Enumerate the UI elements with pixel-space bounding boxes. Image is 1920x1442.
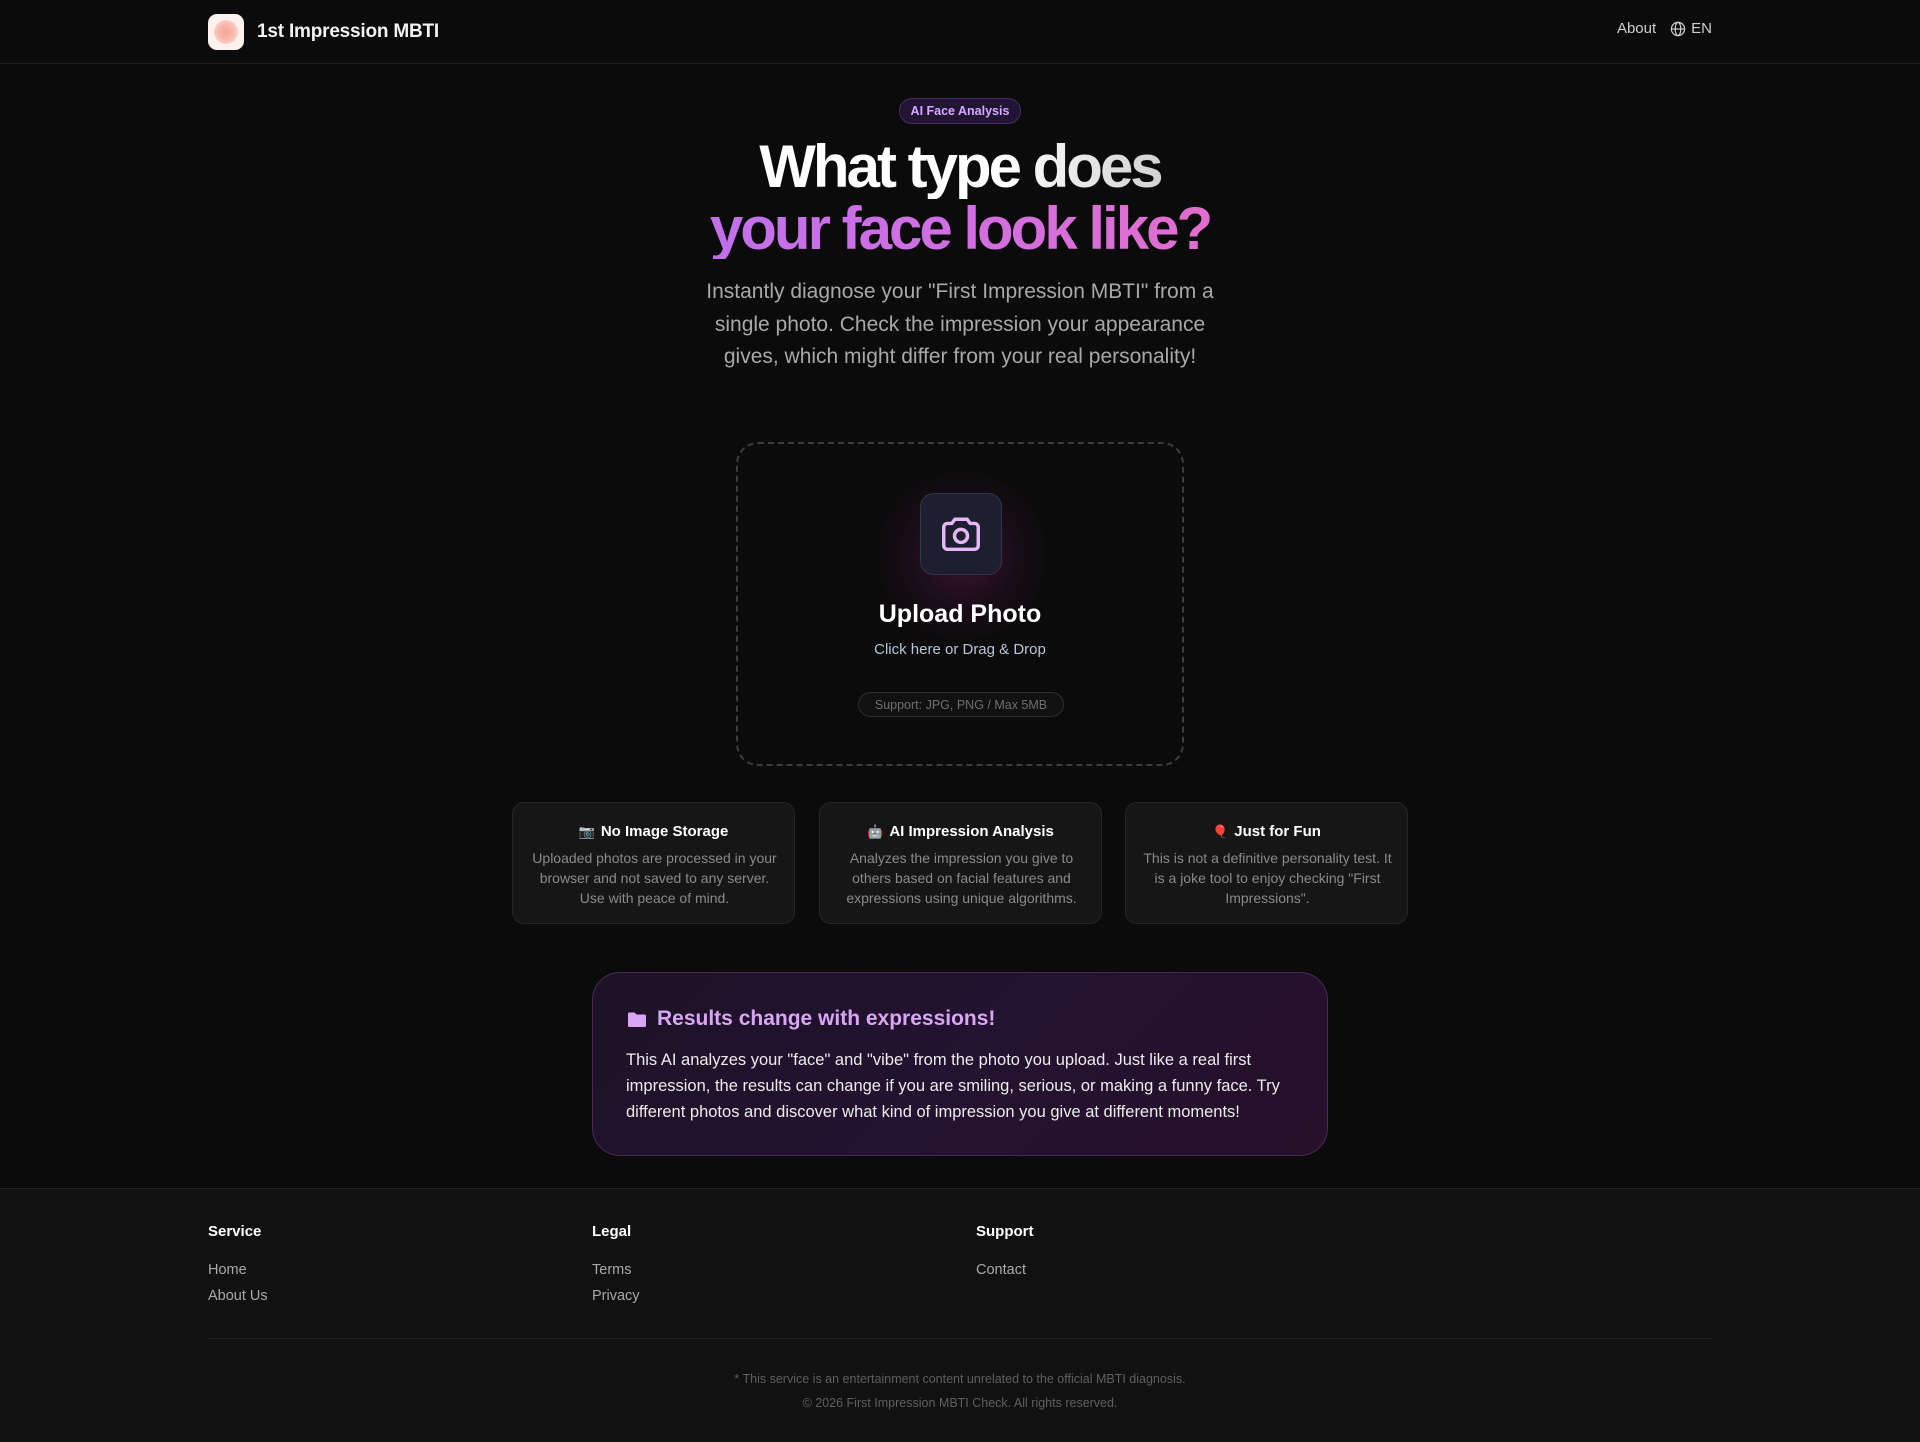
footer-link-privacy[interactable]: Privacy xyxy=(592,1288,640,1304)
feature-title: Just for Fun xyxy=(1234,823,1321,840)
logo-icon xyxy=(208,14,244,50)
upload-subtitle: Click here or Drag & Drop xyxy=(874,641,1046,658)
camera-icon xyxy=(920,493,1002,575)
site-header: 1st Impression MBTI About EN xyxy=(0,0,1920,64)
footer-link-about-us[interactable]: About Us xyxy=(208,1288,268,1304)
brand-name: 1st Impression MBTI xyxy=(257,21,440,42)
brand-home-link[interactable]: 1st Impression MBTI xyxy=(208,14,439,50)
feature-body: This is not a definitive personality tes… xyxy=(1143,850,1392,906)
footer-heading: Legal xyxy=(592,1223,632,1240)
footer-link-home[interactable]: Home xyxy=(208,1262,268,1278)
headline-line-2: your face look like? xyxy=(560,199,1360,259)
footer-legal-column: Legal Terms Privacy xyxy=(592,1223,640,1314)
site-footer: Service Home About Us Legal Terms Privac… xyxy=(0,1188,1920,1442)
feature-title: No Image Storage xyxy=(600,823,729,840)
hero-description: Instantly diagnose your "First Impressio… xyxy=(706,280,1214,368)
ai-analysis-badge: AI Face Analysis xyxy=(899,98,1021,124)
footer-heading: Support xyxy=(976,1223,1034,1240)
info-body: This AI analyzes your "face" and "vibe" … xyxy=(626,1051,1280,1121)
feature-card-storage: 📷 No Image Storage Uploaded photos are p… xyxy=(512,802,795,924)
footer-link-terms[interactable]: Terms xyxy=(592,1262,640,1278)
footer-heading: Service xyxy=(208,1223,262,1240)
photo-upload-dropzone[interactable]: Upload Photo Click here or Drag & Drop S… xyxy=(736,442,1184,766)
upload-support-info: Support: JPG, PNG / Max 5MB xyxy=(858,692,1064,717)
nav-about-link[interactable]: About xyxy=(1617,20,1656,37)
page-title: What type does your face look like? xyxy=(560,135,1360,259)
headline-line-1: What type does xyxy=(560,135,1360,199)
feature-title: AI Impression Analysis xyxy=(889,823,1054,840)
feature-body: Analyzes the impression you give to othe… xyxy=(846,850,1077,906)
balloon-emoji-icon: 🎈 xyxy=(1212,823,1229,839)
header-nav: About EN xyxy=(1617,20,1712,37)
footer-support-column: Support Contact xyxy=(976,1223,1034,1288)
robot-emoji-icon: 🤖 xyxy=(867,823,884,839)
footer-service-column: Service Home About Us xyxy=(208,1223,268,1314)
camera-emoji-icon: 📷 xyxy=(578,823,595,839)
info-title: Results change with expressions! xyxy=(657,1007,996,1030)
footer-link-contact[interactable]: Contact xyxy=(976,1262,1034,1278)
feature-body: Uploaded photos are processed in your br… xyxy=(532,850,777,906)
language-label: EN xyxy=(1691,20,1712,37)
language-switcher[interactable]: EN xyxy=(1670,20,1712,37)
footer-copyright: © 2026 First Impression MBTI Check. All … xyxy=(802,1396,1118,1410)
folder-icon xyxy=(628,1012,646,1027)
expressions-info-box: Results change with expressions! This AI… xyxy=(592,972,1328,1156)
feature-card-fun: 🎈 Just for Fun This is not a definitive … xyxy=(1125,802,1408,924)
upload-title: Upload Photo xyxy=(878,600,1042,628)
footer-divider xyxy=(208,1338,1712,1339)
globe-icon xyxy=(1670,21,1686,36)
feature-card-ai: 🤖 AI Impression Analysis Analyzes the im… xyxy=(819,802,1102,924)
footer-disclaimer: * This service is an entertainment conte… xyxy=(734,1372,1186,1386)
